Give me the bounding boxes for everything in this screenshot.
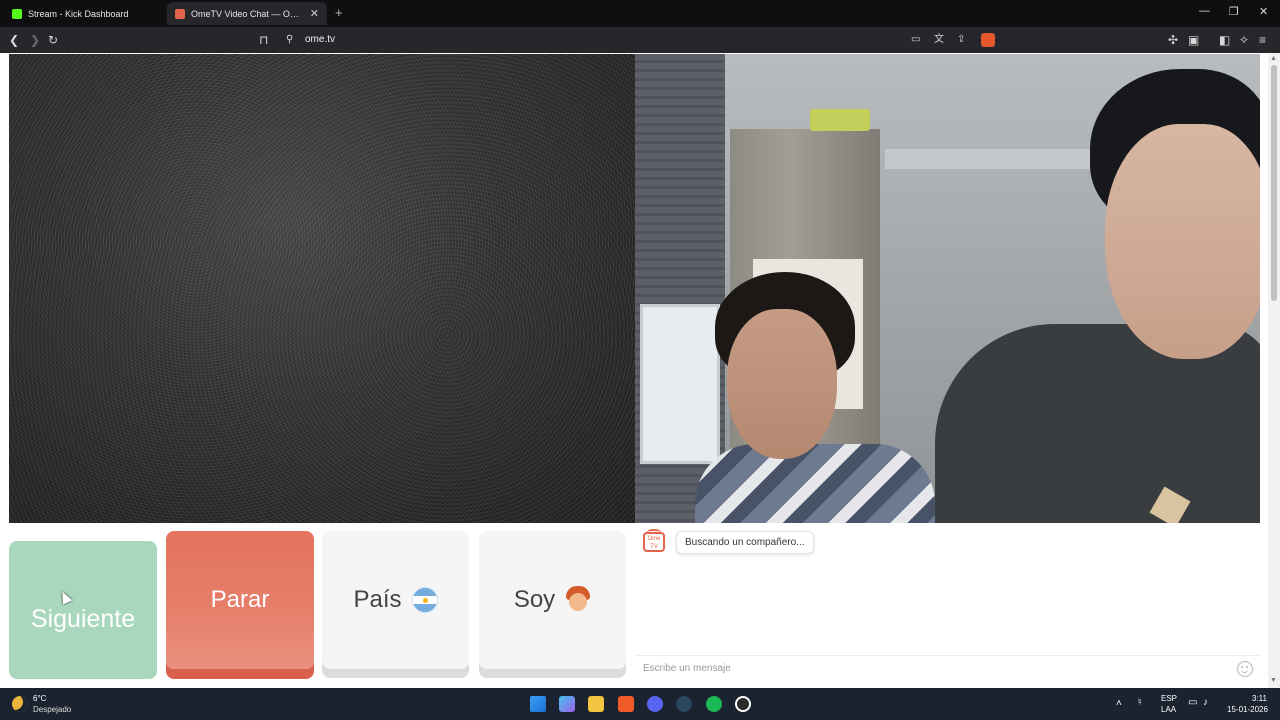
spotify-icon[interactable] — [706, 696, 722, 712]
window — [640, 304, 720, 464]
weather-description: Despejado — [33, 705, 72, 714]
weather-temperature: 6°C — [33, 694, 47, 703]
share-icon[interactable]: ⇪ — [957, 32, 965, 48]
next-button-label: Siguiente — [30, 604, 136, 633]
ometv-favicon-icon — [175, 8, 185, 19]
country-button[interactable]: País — [322, 531, 469, 669]
leo-ai-icon[interactable]: ✧ — [1239, 32, 1249, 48]
page-scrollbar[interactable]: ▲ ▼ — [1268, 53, 1280, 688]
chat-panel: Ome TV Buscando un compañero... — [636, 524, 1260, 688]
kick-favicon-icon — [12, 8, 22, 19]
scroll-down-icon[interactable]: ▼ — [1270, 677, 1277, 684]
restore-button[interactable]: ❐ — [1229, 5, 1239, 18]
close-window-button[interactable]: ✕ — [1259, 5, 1268, 18]
volume-icon[interactable]: ♪ — [1203, 697, 1208, 708]
brave-browser-icon[interactable] — [618, 696, 634, 712]
person-left-body — [695, 444, 935, 523]
copilot-icon[interactable] — [559, 696, 575, 712]
gender-button-label: Soy — [513, 586, 556, 613]
browser-tab-bar: Stream - Kick Dashboard OmeTV Video Chat… — [0, 0, 1280, 27]
windows-taskbar: 6°C Despejado ˄ ♮ ESP LAA ▭ ♪ 3:11 15-01… — [0, 688, 1280, 720]
tray-overflow-icon[interactable]: ˄ — [1116, 698, 1122, 709]
argentina-flag-icon — [411, 587, 438, 613]
wallet-icon[interactable]: ▣ — [1188, 32, 1199, 48]
tab-label: OmeTV Video Chat — Omegle — [191, 8, 304, 19]
input-language-sub[interactable]: LAA — [1161, 705, 1176, 714]
site-info-icon[interactable]: ⚲ — [286, 32, 293, 48]
sidebar-icon[interactable]: ◧ — [1219, 32, 1230, 48]
clock-date[interactable]: 15-01-2026 — [1227, 705, 1268, 714]
chat-message-input[interactable] — [643, 663, 1237, 674]
ometv-logo-icon: Ome TV — [643, 529, 665, 552]
person-right-face — [1105, 124, 1260, 359]
discord-icon[interactable] — [647, 696, 663, 712]
stop-button[interactable]: Parar — [166, 531, 314, 669]
file-explorer-icon[interactable] — [588, 696, 604, 712]
translate-icon[interactable]: 文 — [934, 32, 944, 48]
browser-toolbar: ❮ ❯ ↻ ⊓ ⚲ ome.tv ▭ 文 ⇪ ✣ ▣ ◧ ✧ ≡ — [0, 27, 1280, 53]
back-arrow-icon[interactable]: ❮ — [9, 32, 19, 48]
reload-icon[interactable]: ↻ — [48, 32, 58, 48]
bookmark-icon[interactable]: ⊓ — [259, 32, 268, 48]
windows-start-icon[interactable] — [530, 696, 546, 712]
steam-icon[interactable] — [676, 696, 692, 712]
menu-icon[interactable]: ≡ — [1259, 32, 1266, 48]
new-tab-button[interactable]: + — [335, 5, 343, 20]
network-icon[interactable]: ▭ — [1188, 697, 1197, 708]
microphone-icon[interactable]: ♮ — [1138, 697, 1142, 708]
scroll-up-icon[interactable]: ▲ — [1270, 55, 1277, 62]
close-tab-icon[interactable]: ✕ — [310, 7, 319, 20]
tab-kick-dashboard[interactable]: Stream - Kick Dashboard — [4, 2, 164, 25]
remote-video — [635, 54, 1260, 523]
person-left-face — [727, 309, 837, 459]
emoji-icon[interactable] — [1237, 660, 1253, 677]
local-video-static — [9, 54, 635, 523]
extensions-icon[interactable]: ✣ — [1168, 32, 1178, 48]
tab-label: Stream - Kick Dashboard — [28, 8, 129, 19]
brave-shield-icon[interactable] — [981, 33, 995, 47]
input-language[interactable]: ESP — [1161, 694, 1177, 703]
forward-arrow-icon[interactable]: ❯ — [30, 32, 40, 48]
boy-avatar-icon — [565, 586, 591, 614]
minimize-button[interactable]: — — [1199, 5, 1210, 17]
stop-button-label: Parar — [210, 586, 270, 613]
chat-status-message: Buscando un compañero... — [676, 531, 814, 554]
moon-weather-icon[interactable] — [12, 696, 28, 712]
clock-time[interactable]: 3:11 — [1252, 694, 1267, 703]
next-button[interactable]: Siguiente — [9, 541, 157, 679]
tab-ometv[interactable]: OmeTV Video Chat — Omegle ✕ — [167, 2, 327, 25]
green-box — [810, 109, 870, 131]
obs-icon[interactable] — [735, 696, 751, 712]
address-bar[interactable]: ome.tv — [305, 34, 335, 45]
cast-icon[interactable]: ▭ — [911, 32, 920, 48]
country-button-label: País — [353, 586, 402, 613]
ometv-page: Siguiente Parar País Soy Ome TV Buscando… — [0, 53, 1280, 688]
gender-button[interactable]: Soy — [479, 531, 626, 669]
scrollbar-thumb[interactable] — [1271, 65, 1277, 301]
chat-input-bar — [636, 655, 1260, 681]
